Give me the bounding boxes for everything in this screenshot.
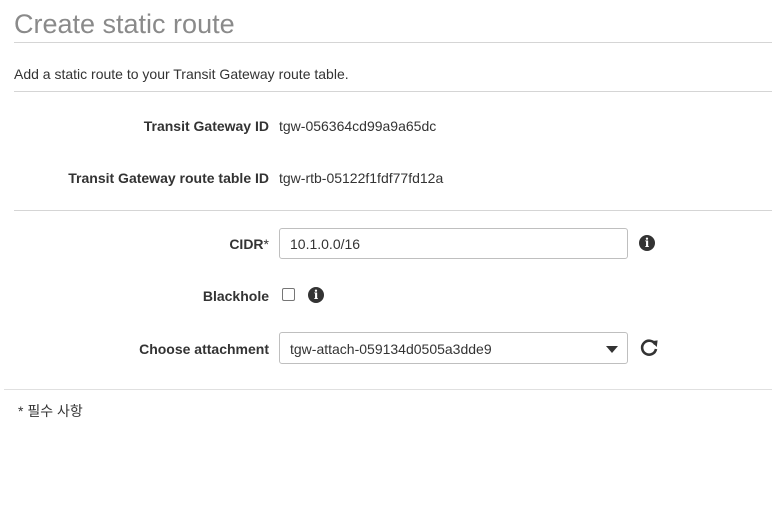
attachment-selected-value: tgw-attach-059134d0505a3dde9 bbox=[290, 341, 492, 357]
tgw-id-label: Transit Gateway ID bbox=[143, 118, 269, 134]
description-divider bbox=[14, 91, 772, 92]
route-table-id-label: Transit Gateway route table ID bbox=[68, 170, 269, 186]
refresh-icon[interactable] bbox=[639, 338, 659, 358]
cidr-label-text: CIDR bbox=[229, 236, 264, 252]
page-description: Add a static route to your Transit Gatew… bbox=[14, 66, 349, 82]
blackhole-checkbox[interactable] bbox=[282, 288, 295, 301]
blackhole-label: Blackhole bbox=[202, 288, 269, 304]
title-divider bbox=[14, 42, 772, 43]
cidr-label: CIDR* bbox=[229, 235, 269, 253]
info-divider bbox=[14, 210, 772, 211]
caret-down-icon bbox=[606, 346, 618, 353]
tgw-id-value: tgw-056364cd99a9a65dc bbox=[279, 118, 437, 134]
info-icon[interactable]: i bbox=[639, 235, 655, 251]
form-divider bbox=[4, 389, 772, 390]
choose-attachment-label: Choose attachment bbox=[139, 341, 269, 357]
route-table-id-value: tgw-rtb-05122f1fdf77fd12a bbox=[279, 170, 444, 186]
attachment-select[interactable]: tgw-attach-059134d0505a3dde9 bbox=[279, 332, 628, 364]
cidr-input[interactable] bbox=[279, 228, 628, 259]
info-icon[interactable]: i bbox=[308, 287, 324, 303]
required-note: * 필수 사항 bbox=[18, 403, 83, 419]
required-mark: * bbox=[263, 236, 269, 252]
page-title: Create static route bbox=[14, 9, 235, 39]
